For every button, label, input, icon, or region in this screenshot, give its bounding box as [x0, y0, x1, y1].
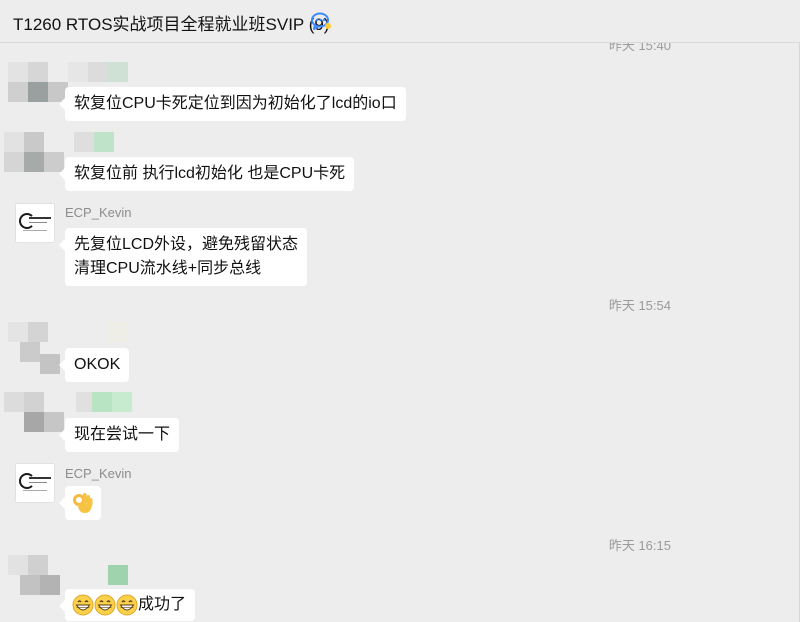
- message-bubble[interactable]: 成功了: [58, 589, 196, 621]
- avatar[interactable]: [15, 463, 55, 503]
- timestamp: 昨天 16:15: [608, 538, 671, 553]
- message-text: 现在尝试一下: [74, 426, 171, 443]
- message-text: 成功了: [138, 596, 187, 613]
- grin-emoji: [72, 594, 94, 616]
- grin-emoji: [116, 594, 138, 616]
- message-text: OKOK: [74, 356, 121, 373]
- chat-header: T1260 RTOS实战项目全程就业班SVIP (9): [0, 0, 800, 43]
- brand-logo-icon: [19, 213, 35, 229]
- ok-hand-emoji: [73, 493, 93, 513]
- message-text: 软复位CPU卡死定位到因为初始化了lcd的io口: [74, 95, 397, 112]
- message-bubble[interactable]: OKOK: [58, 348, 130, 382]
- timestamp: 昨天 15:54: [608, 298, 671, 313]
- group-chat-icon[interactable]: [310, 11, 332, 31]
- grin-emoji: [94, 594, 116, 616]
- sender-name: ECP_Kevin: [65, 466, 132, 481]
- message-text: 软复位前 执行lcd初始化 也是CPU卡死: [74, 165, 346, 182]
- message-bubble[interactable]: 软复位前 执行lcd初始化 也是CPU卡死: [58, 157, 355, 191]
- message-bubble[interactable]: 软复位CPU卡死定位到因为初始化了lcd的io口: [59, 87, 406, 121]
- message-bubble[interactable]: 先复位LCD外设，避免残留状态 清理CPU流水线+同步总线: [58, 228, 308, 286]
- message-bubble[interactable]: 现在尝试一下: [58, 418, 180, 452]
- message-bubble[interactable]: [59, 486, 101, 521]
- chat-title[interactable]: T1260 RTOS实战项目全程就业班SVIP (9): [13, 10, 329, 35]
- message-text: 先复位LCD外设，避免残留状态: [74, 236, 299, 253]
- avatar[interactable]: [15, 203, 55, 243]
- sender-name: ECP_Kevin: [65, 205, 132, 220]
- message-text: 清理CPU流水线+同步总线: [74, 260, 262, 277]
- brand-logo-icon: [19, 473, 35, 489]
